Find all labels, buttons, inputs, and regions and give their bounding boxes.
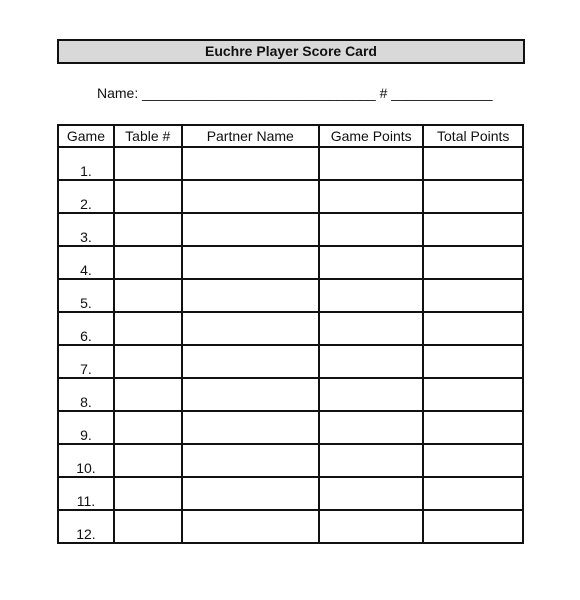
- game-points-cell[interactable]: [317, 212, 425, 247]
- score-table: Game Table # Partner Name Game Points To…: [57, 124, 524, 544]
- header-row: Game Table # Partner Name Game Points To…: [57, 124, 524, 148]
- total-points-cell[interactable]: [422, 377, 524, 412]
- total-points-cell[interactable]: [422, 278, 524, 313]
- table-row: 4.: [57, 245, 524, 280]
- game-points-cell[interactable]: [317, 179, 425, 214]
- table-number-cell[interactable]: [112, 344, 183, 379]
- table-row: 9.: [57, 410, 524, 445]
- partner-name-cell[interactable]: [180, 311, 320, 346]
- table-row: 6.: [57, 311, 524, 346]
- table-number-cell[interactable]: [112, 410, 183, 445]
- header-game: Game: [57, 124, 115, 148]
- partner-name-cell[interactable]: [180, 278, 320, 313]
- partner-name-cell[interactable]: [180, 476, 320, 511]
- total-points-cell[interactable]: [422, 179, 524, 214]
- game-number-cell: 10.: [57, 443, 115, 478]
- table-number-cell[interactable]: [112, 245, 183, 280]
- partner-name-cell[interactable]: [180, 146, 320, 181]
- table-number-cell[interactable]: [112, 509, 183, 544]
- table-number-cell[interactable]: [112, 377, 183, 412]
- total-points-cell[interactable]: [422, 344, 524, 379]
- game-points-cell[interactable]: [317, 278, 425, 313]
- table-row: 8.: [57, 377, 524, 412]
- game-number-cell: 12.: [57, 509, 115, 544]
- game-number-cell: 9.: [57, 410, 115, 445]
- name-label: Name:: [97, 85, 139, 101]
- table-number-cell[interactable]: [112, 146, 183, 181]
- table-number-cell[interactable]: [112, 278, 183, 313]
- total-points-cell[interactable]: [422, 443, 524, 478]
- partner-name-cell[interactable]: [180, 410, 320, 445]
- game-number-cell: 4.: [57, 245, 115, 280]
- header-game-points: Game Points: [317, 124, 425, 148]
- number-label: #: [379, 85, 388, 101]
- total-points-cell[interactable]: [422, 311, 524, 346]
- number-blank[interactable]: _____________: [391, 85, 492, 101]
- table-row: 11.: [57, 476, 524, 511]
- partner-name-cell[interactable]: [180, 344, 320, 379]
- game-points-cell[interactable]: [317, 377, 425, 412]
- game-points-cell[interactable]: [317, 245, 425, 280]
- partner-name-cell[interactable]: [180, 509, 320, 544]
- partner-name-cell[interactable]: [180, 245, 320, 280]
- game-number-cell: 8.: [57, 377, 115, 412]
- game-points-cell[interactable]: [317, 443, 425, 478]
- table-number-cell[interactable]: [112, 311, 183, 346]
- game-points-cell[interactable]: [317, 410, 425, 445]
- table-number-cell[interactable]: [112, 476, 183, 511]
- score-card-title: Euchre Player Score Card: [57, 39, 525, 64]
- game-number-cell: 7.: [57, 344, 115, 379]
- total-points-cell[interactable]: [422, 245, 524, 280]
- game-points-cell[interactable]: [317, 509, 425, 544]
- total-points-cell[interactable]: [422, 410, 524, 445]
- partner-name-cell[interactable]: [180, 377, 320, 412]
- game-number-cell: 1.: [57, 146, 115, 181]
- game-points-cell[interactable]: [317, 476, 425, 511]
- table-number-cell[interactable]: [112, 212, 183, 247]
- table-row: 10.: [57, 443, 524, 478]
- partner-name-cell[interactable]: [180, 179, 320, 214]
- table-number-cell[interactable]: [112, 179, 183, 214]
- header-table-number: Table #: [112, 124, 183, 148]
- partner-name-cell[interactable]: [180, 212, 320, 247]
- total-points-cell[interactable]: [422, 509, 524, 544]
- game-number-cell: 3.: [57, 212, 115, 247]
- game-number-cell: 11.: [57, 476, 115, 511]
- table-number-cell[interactable]: [112, 443, 183, 478]
- table-row: 3.: [57, 212, 524, 247]
- partner-name-cell[interactable]: [180, 443, 320, 478]
- game-points-cell[interactable]: [317, 146, 425, 181]
- table-row: 12.: [57, 509, 524, 544]
- game-points-cell[interactable]: [317, 311, 425, 346]
- total-points-cell[interactable]: [422, 212, 524, 247]
- game-number-cell: 5.: [57, 278, 115, 313]
- header-total-points: Total Points: [422, 124, 524, 148]
- table-row: 5.: [57, 278, 524, 313]
- total-points-cell[interactable]: [422, 146, 524, 181]
- game-points-cell[interactable]: [317, 344, 425, 379]
- name-blank[interactable]: ______________________________: [142, 85, 376, 101]
- table-row: 1.: [57, 146, 524, 181]
- total-points-cell[interactable]: [422, 476, 524, 511]
- header-partner-name: Partner Name: [180, 124, 320, 148]
- game-number-cell: 6.: [57, 311, 115, 346]
- table-row: 7.: [57, 344, 524, 379]
- game-number-cell: 2.: [57, 179, 115, 214]
- name-line: Name: ______________________________ # _…: [97, 85, 493, 101]
- table-row: 2.: [57, 179, 524, 214]
